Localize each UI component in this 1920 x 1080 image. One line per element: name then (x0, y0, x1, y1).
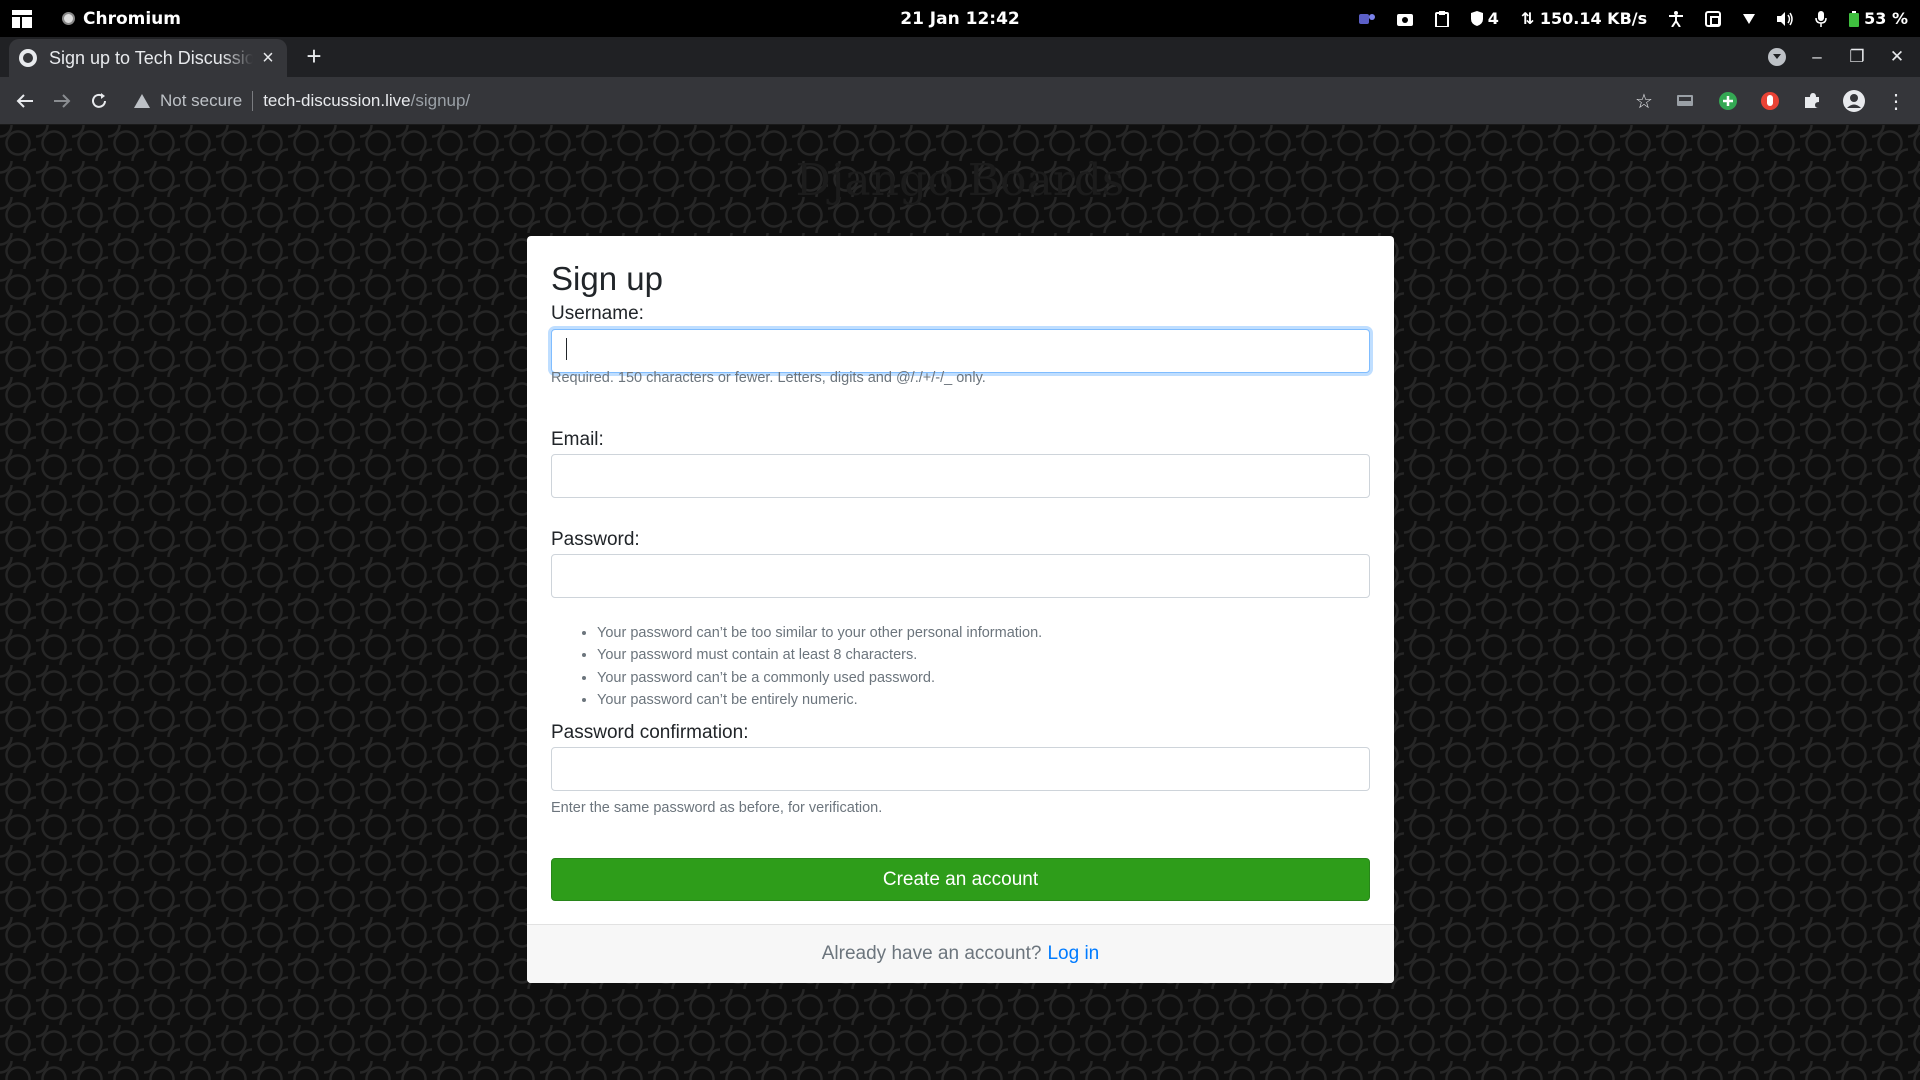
os-top-bar: Chromium 21 Jan 12:42 4 ⇅ 150.14 KB/s 53… (0, 0, 1920, 37)
teams-icon[interactable] (1358, 12, 1375, 26)
forward-icon[interactable] (48, 87, 76, 115)
close-tab-icon[interactable]: × (259, 47, 277, 70)
clock[interactable]: 21 Jan 12:42 (900, 9, 1020, 29)
text-caret (566, 338, 567, 360)
email-field[interactable] (551, 454, 1370, 498)
password-label: Password: (551, 529, 640, 550)
username-label: Username: (551, 303, 644, 324)
url-path: /signup/ (410, 91, 471, 110)
back-icon[interactable] (11, 87, 39, 115)
url-host: tech-discussion.live (263, 91, 411, 110)
profile-avatar-icon[interactable] (1842, 89, 1866, 113)
password-confirm-help: Enter the same password as before, for v… (551, 800, 883, 816)
close-window-icon[interactable]: ✕ (1888, 47, 1906, 67)
extension-green-icon[interactable] (1716, 89, 1740, 113)
privacy-indicator[interactable]: 4 (1470, 9, 1499, 28)
chromium-icon (62, 12, 75, 25)
active-app-indicator[interactable]: Chromium (62, 0, 181, 37)
tab-signup[interactable]: Sign up to Tech Discussion × (9, 39, 287, 77)
omnibox-divider (252, 91, 254, 111)
password-confirm-field[interactable] (551, 747, 1370, 791)
app-grid-icon[interactable] (12, 0, 32, 37)
accessibility-icon[interactable] (1669, 10, 1684, 27)
login-link[interactable]: Log in (1047, 943, 1099, 965)
tab-search-icon[interactable] (1768, 48, 1786, 66)
new-tab-button[interactable]: + (300, 43, 328, 71)
privacy-count: 4 (1487, 9, 1499, 28)
volume-icon[interactable] (1777, 11, 1793, 26)
system-tray: 4 ⇅ 150.14 KB/s 53 % (1358, 0, 1908, 37)
signup-card: Sign up Username: Required. 150 characte… (527, 236, 1394, 983)
minimize-icon[interactable]: – (1808, 47, 1826, 67)
bookmark-star-icon[interactable]: ☆ (1632, 89, 1656, 113)
list-item: Your password must contain at least 8 ch… (597, 644, 1042, 666)
shield-icon (1470, 11, 1483, 26)
extensions-puzzle-icon[interactable] (1800, 89, 1824, 113)
create-account-button[interactable]: Create an account (551, 858, 1370, 901)
tab-title: Sign up to Tech Discussion (49, 47, 253, 68)
username-field[interactable] (551, 329, 1370, 373)
cast-icon[interactable] (1674, 89, 1698, 113)
active-app-name: Chromium (83, 8, 181, 29)
display-icon[interactable] (1705, 10, 1722, 27)
page-title: Sign up (551, 260, 663, 297)
browser-toolbar: Not secure tech-discussion.live/signup/ … (0, 77, 1920, 125)
extension-red-icon[interactable] (1758, 89, 1782, 113)
address-bar[interactable]: Not secure tech-discussion.live/signup/ (134, 86, 1634, 116)
list-item: Your password can’t be entirely numeric. (597, 689, 1042, 711)
window-controls: – ❐ ✕ (1768, 37, 1906, 77)
wifi-icon[interactable] (1743, 13, 1756, 24)
password-rules-list: Your password can’t be too similar to yo… (597, 622, 1042, 711)
password-field[interactable] (551, 554, 1370, 598)
list-item: Your password can’t be too similar to yo… (597, 622, 1042, 644)
battery-percent: 53 % (1864, 9, 1908, 28)
card-footer: Already have an account? Log in (527, 924, 1394, 983)
globe-icon (19, 49, 37, 67)
login-prompt: Already have an account? (821, 943, 1042, 964)
microphone-icon[interactable] (1815, 10, 1827, 27)
network-speed[interactable]: ⇅ 150.14 KB/s (1521, 9, 1647, 28)
password-confirm-label: Password confirmation: (551, 722, 749, 743)
restore-icon[interactable]: ❐ (1848, 47, 1866, 67)
battery-icon (1849, 10, 1860, 27)
username-help: Required. 150 characters or fewer. Lette… (551, 370, 986, 386)
warning-icon (134, 94, 150, 108)
clipboard-icon[interactable] (1434, 10, 1449, 27)
browser-menu-icon[interactable]: ⋮ (1884, 89, 1908, 113)
toolbar-actions: ☆ ⋮ (1632, 77, 1908, 125)
reload-icon[interactable] (85, 87, 113, 115)
security-status[interactable]: Not secure (160, 91, 242, 111)
email-label: Email: (551, 429, 604, 450)
battery-indicator[interactable]: 53 % (1849, 9, 1908, 28)
list-item: Your password can’t be a commonly used p… (597, 667, 1042, 689)
page-viewport: Django Boards Sign up Username: Required… (0, 125, 1920, 1080)
browser-tab-strip: Sign up to Tech Discussion × + – ❐ ✕ (0, 37, 1920, 77)
screenshot-icon[interactable] (1396, 12, 1413, 26)
site-brand[interactable]: Django Boards (0, 155, 1920, 206)
